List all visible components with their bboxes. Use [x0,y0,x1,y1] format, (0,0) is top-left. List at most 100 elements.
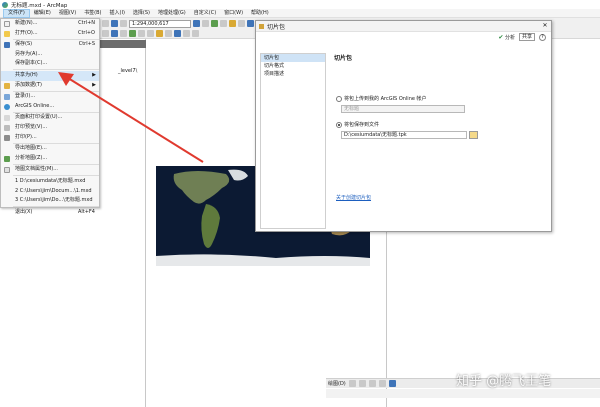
menu-view[interactable]: 视图(V) [55,9,80,18]
about-tile-package-link[interactable]: 关于创建切片包 [336,194,371,201]
menu-item-document-properties[interactable]: 地图文档属性(M)... [1,165,99,175]
rotate-icon[interactable] [358,380,366,387]
user-icon [4,94,10,101]
submenu-arrow-icon: ▶ [92,81,96,88]
rectangle-icon[interactable] [368,380,376,387]
clear-selection-icon[interactable] [165,30,172,37]
menu-item-export-map[interactable]: 导出地图(E)... [1,144,99,154]
model-builder-icon[interactable] [247,20,254,27]
add-data-icon[interactable] [120,20,127,27]
close-icon[interactable]: ✕ [539,22,551,30]
menu-item-exit[interactable]: 退出(X) Alt+F4 [1,208,99,218]
measure-icon[interactable] [174,30,181,37]
toc-layer-label: _level7\ [118,68,138,74]
arcmap-logo-icon [2,1,8,8]
forward-icon[interactable] [147,30,154,37]
menu-customize[interactable]: 自定义(C) [190,9,220,18]
upload-radio[interactable] [336,95,342,102]
select-arrow-icon[interactable] [102,30,109,37]
pan-icon[interactable] [102,20,109,27]
find-icon[interactable] [192,30,199,37]
globe-icon [4,103,10,110]
check-icon: ✔ [498,33,504,41]
search-icon[interactable] [220,20,227,27]
menu-item-print[interactable]: 打印(P)... [1,133,99,143]
menu-item-arcgis-online[interactable]: ArcGIS Online... [1,102,99,112]
back-icon[interactable] [138,30,145,37]
menu-item-share-as[interactable]: 共享为(H) ▶ [1,70,99,81]
document-properties-icon [4,167,10,174]
menu-bookmarks[interactable]: 书签(B) [80,9,105,18]
upload-name-field[interactable]: 无标题 [341,105,465,113]
menu-item-print-preview[interactable]: 打印预览(V)... [1,123,99,133]
catalog-icon[interactable] [211,20,218,27]
status-bar [326,389,600,398]
share-button[interactable]: 共享 [518,33,535,41]
select-elements-icon[interactable] [348,380,356,387]
menu-windows[interactable]: 窗口(W) [220,9,247,18]
package-icon [259,23,264,29]
nav-tile-format[interactable]: 切片格式 [261,62,325,70]
hyperlink-icon[interactable] [183,30,190,37]
watermark: 知乎 @腾飞王笔 [456,374,552,389]
arctoolbox-icon[interactable] [229,20,236,27]
new-document-icon [4,21,10,27]
save-file-option[interactable]: 将包保存到文件 [336,121,379,128]
menu-item-save[interactable]: 保存(S) Ctrl+S [1,40,99,50]
window-title: 无标题.mxd - ArcMap [11,2,68,9]
editor-icon[interactable] [193,20,200,27]
nav-tile-package[interactable]: 切片包 [261,54,325,62]
dialog-pane: 切片包 将包上传到我的 ArcGIS Online 帐户 无标题 将包保存到文件… [332,53,547,229]
draw-menu[interactable]: 绘图(D) [328,380,346,387]
menu-item-new[interactable]: 新建(N)... Ctrl+N [1,19,99,29]
save-path-field[interactable]: D:\cesiumdata\无标题.tpk [341,131,467,139]
menu-item-analyze-map[interactable]: 分析地图(Z)... [1,154,99,164]
menu-selection[interactable]: 选择(S) [129,9,154,18]
menu-item-save-as[interactable]: 另存为(A)... [1,50,99,60]
help-icon[interactable]: ? [539,33,546,41]
folder-icon [4,30,10,37]
dialog-titlebar: 切片包 ✕ [256,21,551,32]
select-features-icon[interactable] [156,30,163,37]
toc-icon[interactable] [202,20,209,27]
analyze-button[interactable]: ✔ 分析 [498,34,515,41]
submenu-arrow-icon: ▶ [92,71,96,78]
save-icon [4,42,10,49]
identify-icon[interactable] [120,30,127,37]
scale-input[interactable]: 1:294,000,617 [129,19,191,28]
menu-item-add-data[interactable]: 添加数据(T) ▶ [1,81,99,91]
menu-insert[interactable]: 插入(I) [106,9,129,18]
fill-color-icon[interactable] [388,380,396,387]
menu-item-recent-1[interactable]: 1 D:\cesiumdata\无标题.mxd [1,177,99,187]
menu-item-open[interactable]: 打开(O)... Ctrl+O [1,29,99,39]
file-menu-dropdown: 新建(N)... Ctrl+N 打开(O)... Ctrl+O 保存(S) Ctrl+… [0,18,100,215]
menubar: 文件(F) 编辑(E) 视图(V) 书签(B) 插入(I) 选择(S) 地理处理… [0,8,600,18]
page-setup-icon [4,115,10,122]
full-extent-icon[interactable] [129,30,136,37]
text-icon[interactable] [378,380,386,387]
nav-item-description[interactable]: 项目描述 [261,70,325,78]
tile-package-dialog: 切片包 ✕ ✔ 分析 共享 ? 切片包 切片格式 项目描述 切片包 将包上传到我… [255,20,552,232]
globe-icon[interactable] [111,30,118,37]
menu-item-page-setup[interactable]: 页面和打印设置(U)... [1,113,99,123]
add-data-icon [4,82,10,89]
browse-folder-icon[interactable] [469,131,478,139]
upload-option[interactable]: 将包上传到我的 ArcGIS Online 帐户 [336,95,427,102]
dialog-toolbar: ✔ 分析 共享 ? [256,32,551,42]
menu-item-recent-3[interactable]: 3 C:\Users\jim\Do...\无标题.mxd [1,196,99,206]
dialog-nav: 切片包 切片格式 项目描述 [260,53,326,229]
zoom-in-icon[interactable] [111,20,118,27]
python-icon[interactable] [238,20,245,27]
menu-item-recent-2[interactable]: 2 C:\Users\jim\Docum...\1.mxd [1,187,99,197]
dialog-title: 切片包 [267,23,286,31]
menu-help[interactable]: 帮助(H) [247,9,273,18]
save-file-radio[interactable] [336,121,342,128]
menu-item-sign-in[interactable]: 登录(I)... [1,92,99,102]
menu-file[interactable]: 文件(F) [3,8,30,18]
menu-edit[interactable]: 编辑(E) [30,9,55,18]
menu-geoprocessing[interactable]: 地理处理(G) [154,9,190,18]
analyze-icon [4,155,10,162]
printer-icon [4,134,10,141]
pane-heading: 切片包 [334,55,353,62]
menu-item-save-copy[interactable]: 保存副本(C)... [1,59,99,69]
